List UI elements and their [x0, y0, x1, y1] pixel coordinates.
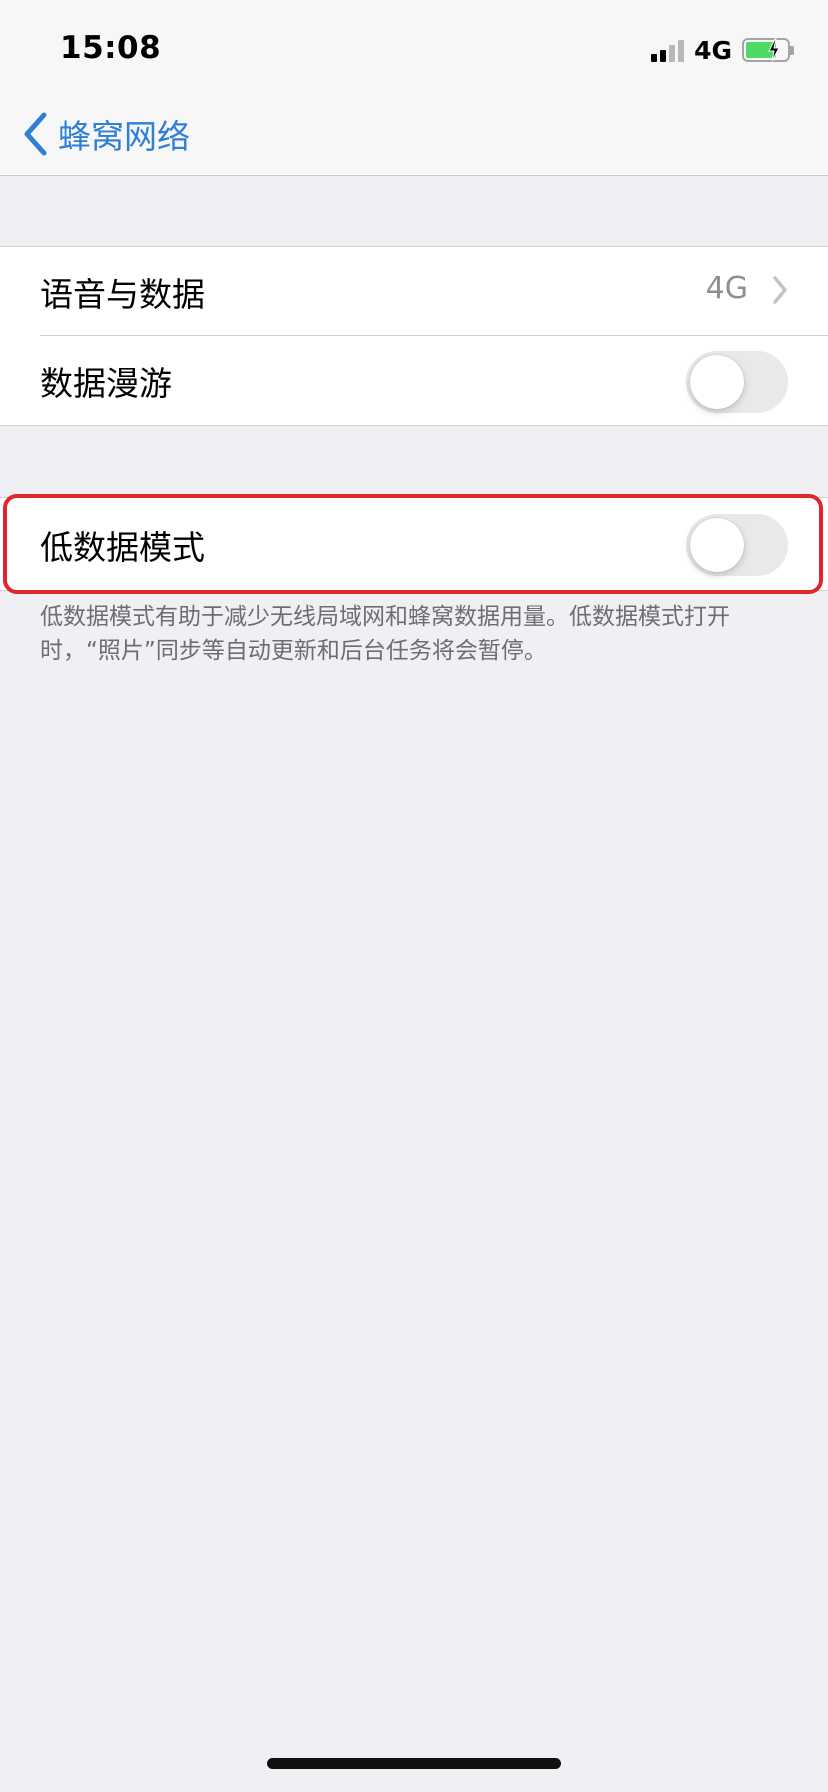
back-button[interactable]: 蜂窝网络 — [22, 108, 190, 160]
data-roaming-label: 数据漫游 — [40, 363, 172, 403]
settings-group-low-data: 低数据模式 — [0, 497, 828, 591]
settings-screen: 15:08 4G 蜂窝网络 语音与数据 4G 数据漫游 低数据模式 低数据模式有… — [0, 0, 828, 1792]
toggle-knob — [690, 518, 744, 572]
status-bar: 15:08 4G — [0, 0, 828, 92]
battery-charging-icon — [742, 38, 794, 62]
voice-data-value: 4G — [705, 271, 748, 306]
home-indicator[interactable] — [267, 1758, 561, 1769]
chevron-right-icon — [773, 276, 787, 304]
voice-data-row[interactable]: 语音与数据 4G — [0, 247, 828, 336]
toggle-knob — [690, 355, 744, 409]
navigation-bar: 蜂窝网络 — [0, 92, 828, 176]
back-button-label: 蜂窝网络 — [58, 117, 190, 156]
low-data-mode-footnote: 低数据模式有助于减少无线局域网和蜂窝数据用量。低数据模式打开时，“照片”同步等自… — [40, 604, 730, 664]
status-indicators: 4G — [651, 34, 794, 66]
low-data-mode-label: 低数据模式 — [40, 528, 205, 567]
chevron-left-icon — [24, 112, 47, 156]
status-time: 15:08 — [60, 30, 162, 66]
network-type-label: 4G — [694, 35, 732, 65]
settings-group-cellular: 语音与数据 4G 数据漫游 — [0, 246, 828, 426]
cellular-signal-icon — [651, 38, 685, 62]
data-roaming-toggle[interactable] — [686, 351, 788, 413]
low-data-mode-row: 低数据模式 — [0, 498, 828, 592]
data-roaming-row: 数据漫游 — [0, 336, 828, 425]
low-data-mode-toggle[interactable] — [686, 514, 788, 576]
voice-data-label: 语音与数据 — [40, 274, 205, 314]
